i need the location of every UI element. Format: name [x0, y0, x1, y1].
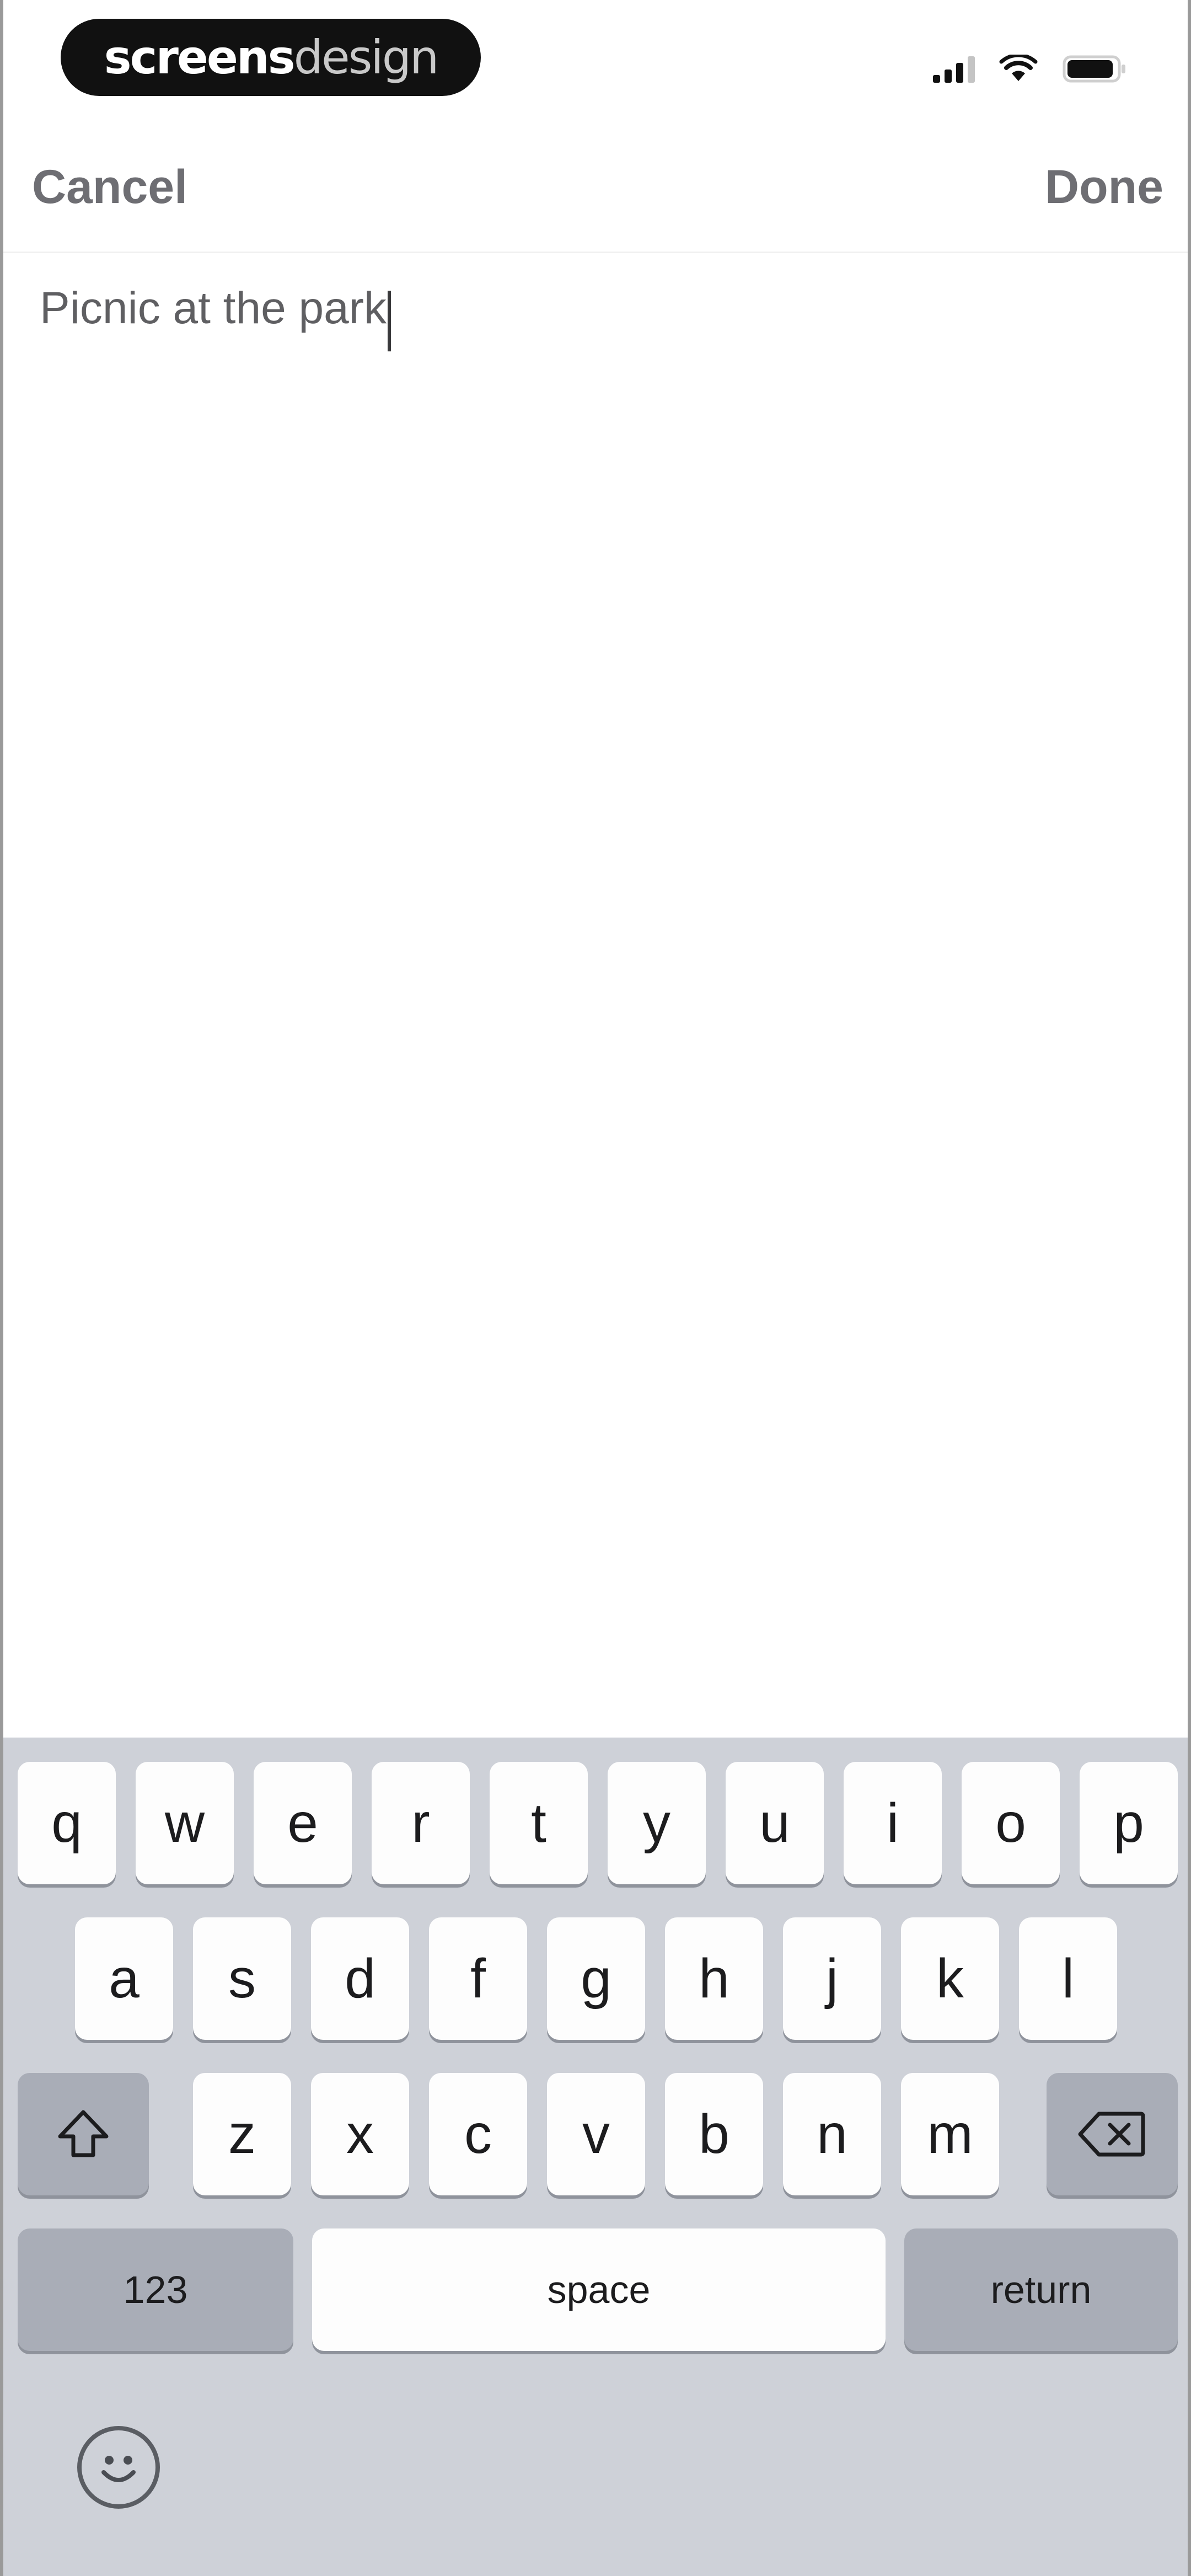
- done-button[interactable]: Done: [1045, 160, 1163, 215]
- emoji-button[interactable]: [77, 2426, 160, 2509]
- space-key[interactable]: space: [312, 2228, 886, 2351]
- shift-key[interactable]: [18, 2073, 149, 2195]
- key-s[interactable]: s: [193, 1917, 291, 2040]
- cancel-button[interactable]: Cancel: [32, 160, 187, 215]
- battery-icon: [1063, 55, 1125, 83]
- key-z[interactable]: z: [193, 2073, 291, 2195]
- key-h[interactable]: h: [665, 1917, 763, 2040]
- key-k[interactable]: k: [901, 1917, 999, 2040]
- key-n[interactable]: n: [783, 2073, 881, 2195]
- editor-text: Picnic at the park: [40, 283, 387, 333]
- key-y[interactable]: y: [608, 1762, 706, 1884]
- key-v[interactable]: v: [547, 2073, 645, 2195]
- cellular-signal-icon: [933, 55, 975, 83]
- backspace-icon: [1078, 2112, 1145, 2157]
- status-icons: [933, 50, 1128, 88]
- key-w[interactable]: w: [136, 1762, 234, 1884]
- key-q[interactable]: q: [18, 1762, 116, 1884]
- key-a[interactable]: a: [75, 1917, 173, 2040]
- brand-bold: screens: [104, 30, 296, 84]
- key-t[interactable]: t: [490, 1762, 588, 1884]
- app-frame: screensdesign Cancel Done Picnic at the …: [0, 0, 1191, 2576]
- text-caret: [387, 290, 391, 351]
- text-editor[interactable]: Picnic at the park: [40, 276, 1159, 1688]
- key-x[interactable]: x: [311, 2073, 409, 2195]
- key-f[interactable]: f: [429, 1917, 527, 2040]
- key-c[interactable]: c: [429, 2073, 527, 2195]
- key-p[interactable]: p: [1080, 1762, 1178, 1884]
- keyboard: q w e r t y u i o p a s d f g h j k l z …: [3, 1738, 1188, 2576]
- key-e[interactable]: e: [254, 1762, 352, 1884]
- key-l[interactable]: l: [1019, 1917, 1117, 2040]
- brand-logo-text: screensdesign: [104, 30, 439, 84]
- key-j[interactable]: j: [783, 1917, 881, 2040]
- key-b[interactable]: b: [665, 2073, 763, 2195]
- delete-key[interactable]: [1047, 2073, 1178, 2195]
- shift-arrow-icon: [58, 2110, 109, 2157]
- key-o[interactable]: o: [962, 1762, 1060, 1884]
- nav-bar: Cancel Done: [3, 149, 1188, 237]
- key-d[interactable]: d: [311, 1917, 409, 2040]
- key-m[interactable]: m: [901, 2073, 999, 2195]
- nav-divider: [3, 252, 1188, 253]
- key-r[interactable]: r: [372, 1762, 470, 1884]
- emoji-smiley-icon: [101, 2456, 136, 2482]
- key-i[interactable]: i: [844, 1762, 942, 1884]
- brand-light: design: [293, 30, 439, 84]
- numbers-key[interactable]: 123: [18, 2228, 293, 2351]
- return-key[interactable]: return: [904, 2228, 1178, 2351]
- wifi-icon: [999, 55, 1038, 81]
- brand-watermark: screensdesign: [61, 19, 481, 96]
- key-g[interactable]: g: [547, 1917, 645, 2040]
- key-u[interactable]: u: [726, 1762, 824, 1884]
- status-bar: screensdesign: [3, 0, 1188, 116]
